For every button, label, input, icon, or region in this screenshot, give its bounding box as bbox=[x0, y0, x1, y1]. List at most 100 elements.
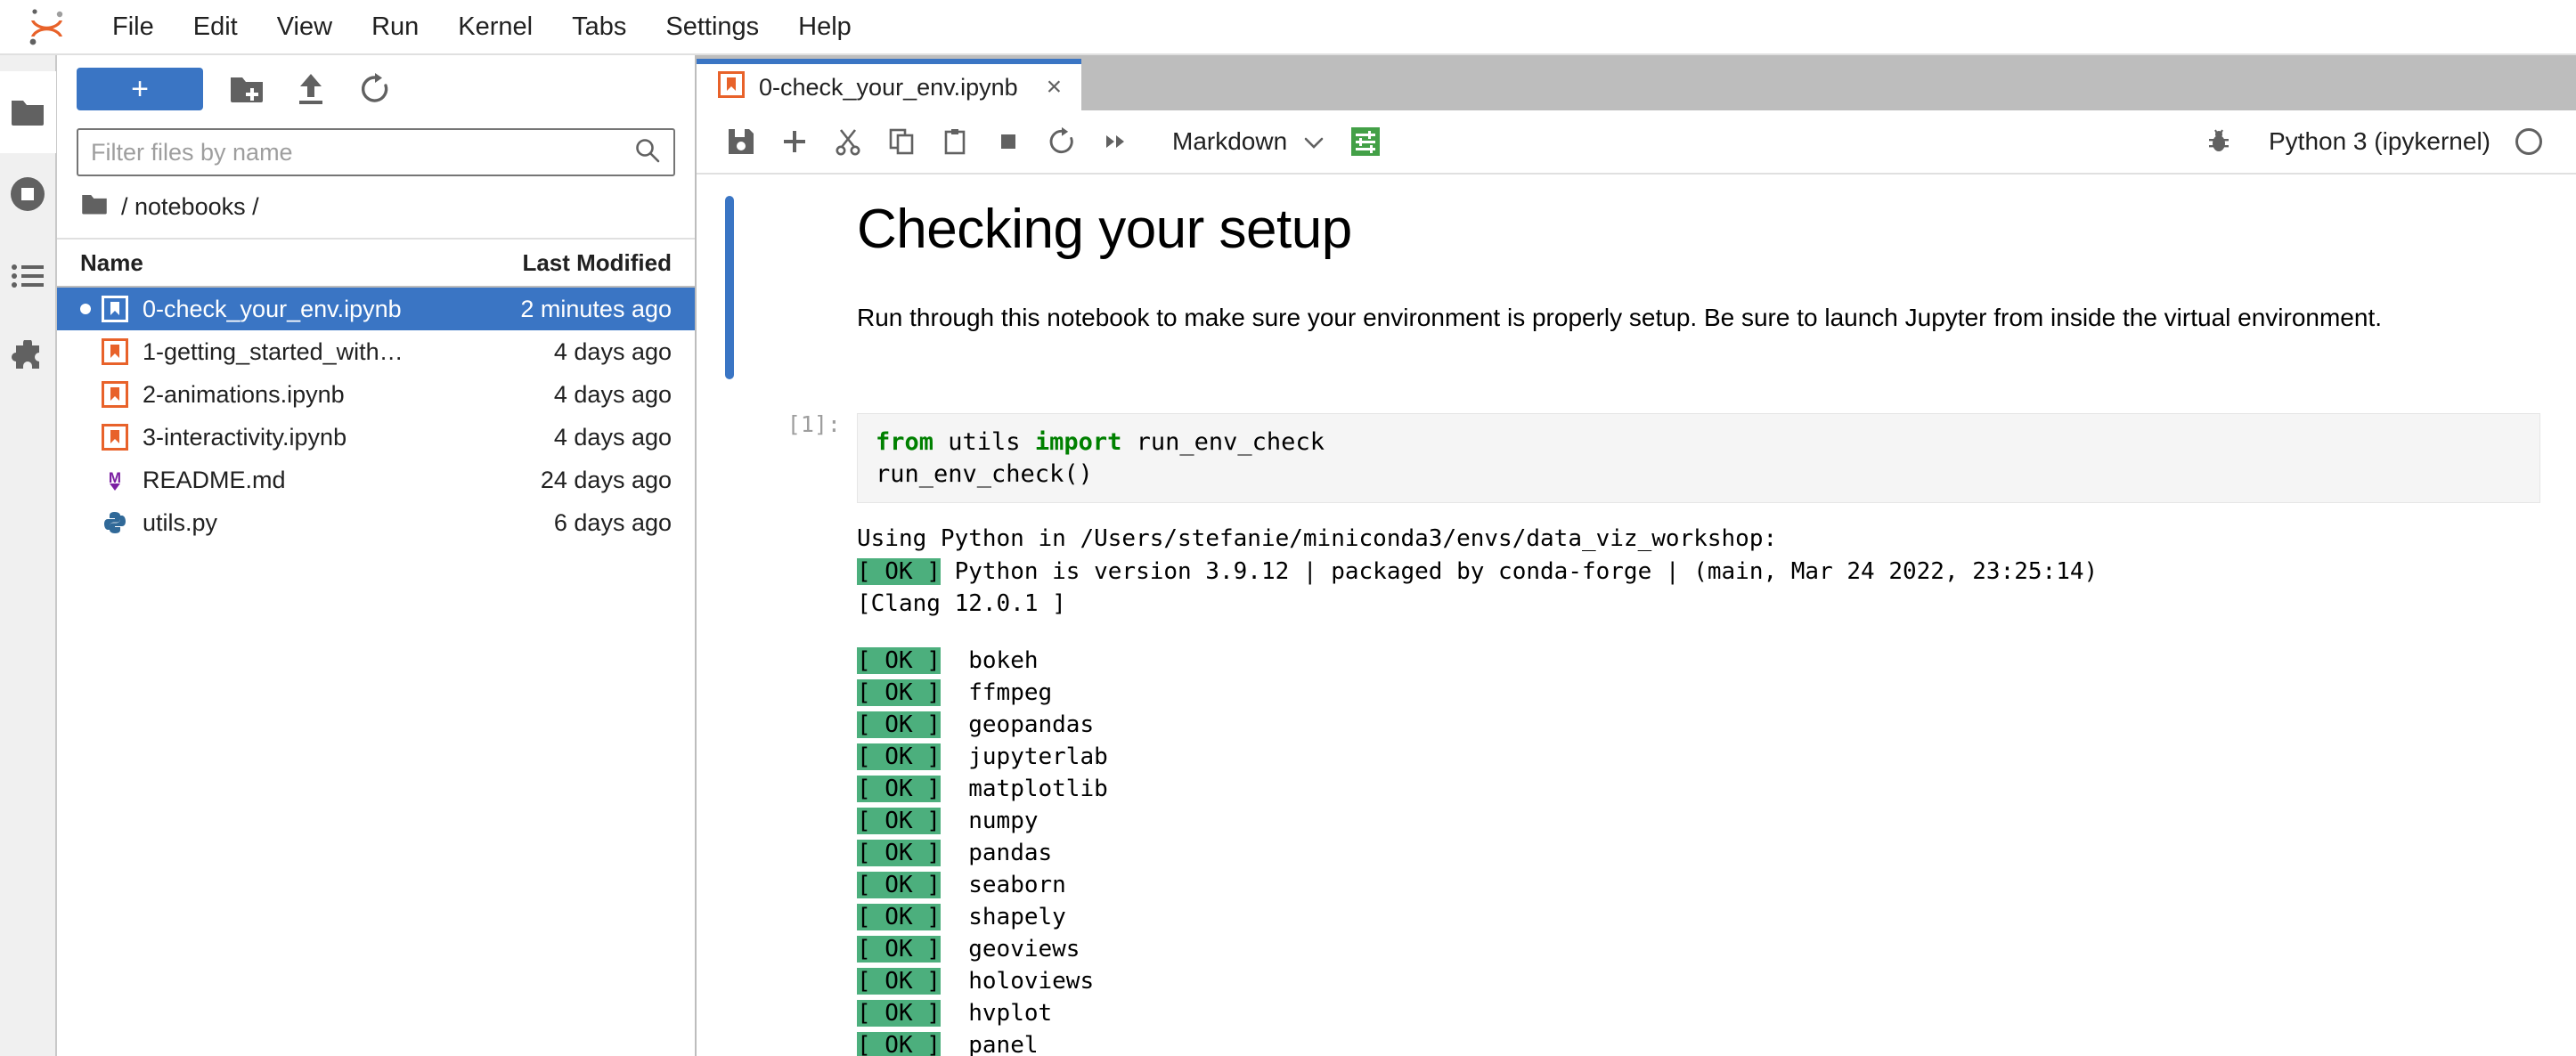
running-indicator-dot bbox=[80, 432, 91, 443]
package-row: [ OK ] hvplot bbox=[857, 997, 2540, 1029]
list-item[interactable]: 1-getting_started_with… 4 days ago bbox=[57, 330, 695, 373]
output-prompt bbox=[734, 503, 857, 1056]
tab-label: 0-check_your_env.ipynb bbox=[759, 73, 1018, 101]
menu-bar: File Edit View Run Kernel Tabs Settings … bbox=[0, 0, 2576, 55]
tab-bar: 0-check_your_env.ipynb × bbox=[697, 55, 2576, 110]
upload-icon[interactable] bbox=[290, 69, 331, 110]
refresh-icon[interactable] bbox=[355, 69, 395, 110]
sidebar-item-file-browser[interactable] bbox=[0, 71, 56, 153]
kernel-name[interactable]: Python 3 (ipykernel) bbox=[2269, 127, 2490, 156]
cell-type-value: Markdown bbox=[1172, 127, 1288, 155]
package-row: [ OK ] pandas bbox=[857, 837, 2540, 869]
save-icon[interactable] bbox=[716, 117, 766, 167]
package-row: [ OK ] ffmpeg bbox=[857, 677, 2540, 709]
markdown-cell[interactable]: Checking your setup Run through this not… bbox=[697, 175, 2576, 379]
file-name: 1-getting_started_with… bbox=[143, 337, 404, 365]
search-input[interactable] bbox=[91, 138, 634, 167]
list-item[interactable]: M README.md 24 days ago bbox=[57, 459, 695, 501]
running-indicator-dot bbox=[80, 389, 91, 400]
file-name: utils.py bbox=[143, 508, 218, 536]
file-name: 3-interactivity.ipynb bbox=[143, 423, 347, 451]
jupyterlab-app: File Edit View Run Kernel Tabs Settings … bbox=[0, 0, 2576, 1056]
status-badge: [ OK ] bbox=[857, 647, 941, 675]
output-stream-text: Using Python in /Users/stefanie/minicond… bbox=[857, 503, 2540, 620]
paste-icon[interactable] bbox=[930, 117, 980, 167]
sliders-icon[interactable] bbox=[1341, 117, 1390, 167]
code-line-1: from utils import run_env_check bbox=[876, 426, 2522, 459]
tab-0-check-your-env[interactable]: 0-check_your_env.ipynb × bbox=[697, 59, 1082, 110]
column-header-modified[interactable]: Last Modified bbox=[449, 249, 672, 277]
package-row: [ OK ] geopandas bbox=[857, 709, 2540, 741]
status-badge: [ OK ] bbox=[857, 936, 941, 963]
copy-icon[interactable] bbox=[876, 117, 926, 167]
list-item[interactable]: 0-check_your_env.ipynb 2 minutes ago bbox=[57, 288, 695, 330]
package-name: matplotlib bbox=[968, 776, 1108, 803]
new-launcher-button[interactable]: + bbox=[77, 68, 203, 110]
notebook-toolbar: Markdown Python 3 (ipykernel) bbox=[697, 110, 2576, 175]
running-indicator-dot bbox=[80, 304, 91, 314]
file-modified: 4 days ago bbox=[553, 380, 672, 408]
package-name: geopandas bbox=[968, 711, 1095, 739]
notebook-icon bbox=[100, 422, 130, 452]
menu-tabs[interactable]: Tabs bbox=[552, 7, 646, 47]
sidebar-item-commands[interactable] bbox=[0, 235, 56, 317]
package-row: [ OK ] numpy bbox=[857, 805, 2540, 837]
new-folder-icon[interactable] bbox=[226, 69, 267, 110]
package-row: [ OK ] matplotlib bbox=[857, 773, 2540, 805]
python-version-line: Python is version 3.9.12 | packaged by c… bbox=[940, 557, 2099, 585]
restart-icon[interactable] bbox=[1037, 117, 1087, 167]
bug-icon[interactable] bbox=[2194, 117, 2244, 167]
code-cell-output: Using Python in /Users/stefanie/minicond… bbox=[697, 503, 2576, 1056]
menu-view[interactable]: View bbox=[257, 7, 352, 47]
menu-settings[interactable]: Settings bbox=[646, 7, 779, 47]
package-row: [ OK ] jupyterlab bbox=[857, 741, 2540, 773]
list-icon bbox=[12, 264, 44, 288]
package-check-list: [ OK ] bokeh [ OK ] ffmpeg [ OK ] geopan… bbox=[857, 620, 2540, 1056]
package-row: [ OK ] holoviews bbox=[857, 965, 2540, 997]
package-row: [ OK ] panel bbox=[857, 1029, 2540, 1056]
code-cell[interactable]: [1]: from utils import run_env_check run… bbox=[697, 404, 2576, 504]
column-header-name[interactable]: Name bbox=[80, 249, 449, 277]
close-icon[interactable]: × bbox=[1047, 72, 1063, 102]
cell-type-dropdown[interactable]: Markdown bbox=[1160, 122, 1337, 161]
markdown-paragraph: Run through this notebook to make sure y… bbox=[857, 304, 2383, 331]
breadcrumb-path: / notebooks / bbox=[121, 193, 259, 220]
package-name: bokeh bbox=[968, 647, 1039, 675]
menu-file[interactable]: File bbox=[93, 7, 174, 47]
menu-kernel[interactable]: Kernel bbox=[438, 7, 552, 47]
file-modified: 2 minutes ago bbox=[520, 295, 672, 322]
package-name: seaborn bbox=[968, 872, 1066, 899]
page-title: Checking your setup bbox=[857, 199, 1352, 260]
menu-edit[interactable]: Edit bbox=[174, 7, 257, 47]
menu-run[interactable]: Run bbox=[352, 7, 438, 47]
markdown-icon: M bbox=[100, 465, 130, 495]
code-editor[interactable]: from utils import run_env_check run_env_… bbox=[857, 413, 2540, 504]
status-badge: [ OK ] bbox=[857, 1032, 941, 1056]
run-all-icon[interactable] bbox=[1090, 117, 1140, 167]
package-row: [ OK ] seaborn bbox=[857, 869, 2540, 901]
stop-icon[interactable] bbox=[983, 117, 1033, 167]
search-icon[interactable] bbox=[634, 137, 661, 168]
list-item[interactable]: utils.py 6 days ago bbox=[57, 501, 695, 544]
cut-icon[interactable] bbox=[823, 117, 873, 167]
idle-circle-icon[interactable] bbox=[2515, 128, 2542, 155]
notebook-panel: Checking your setup Run through this not… bbox=[697, 175, 2576, 1056]
sidebar-item-extensions[interactable] bbox=[0, 317, 56, 399]
package-name: holoviews bbox=[968, 968, 1095, 995]
active-cell-indicator bbox=[725, 196, 734, 379]
breadcrumb[interactable]: / notebooks / bbox=[57, 176, 695, 238]
status-badge: [ OK ] bbox=[857, 557, 941, 585]
sidebar-item-running-sessions[interactable] bbox=[0, 153, 56, 235]
package-name: pandas bbox=[968, 840, 1053, 867]
file-filter-container[interactable] bbox=[77, 128, 675, 176]
list-item[interactable]: 3-interactivity.ipynb 4 days ago bbox=[57, 416, 695, 459]
main-area: 0-check_your_env.ipynb × Markdown Python… bbox=[697, 55, 2576, 1056]
file-browser-panel: + Filter files by name / notebooks / Nam… bbox=[57, 55, 697, 1056]
package-name: ffmpeg bbox=[968, 679, 1053, 707]
menu-help[interactable]: Help bbox=[779, 7, 871, 47]
package-name: jupyterlab bbox=[968, 743, 1108, 771]
notebook-icon bbox=[100, 337, 130, 367]
insert-cell-icon[interactable] bbox=[770, 117, 819, 167]
list-item[interactable]: 2-animations.ipynb 4 days ago bbox=[57, 373, 695, 416]
file-name: 0-check_your_env.ipynb bbox=[143, 295, 402, 322]
